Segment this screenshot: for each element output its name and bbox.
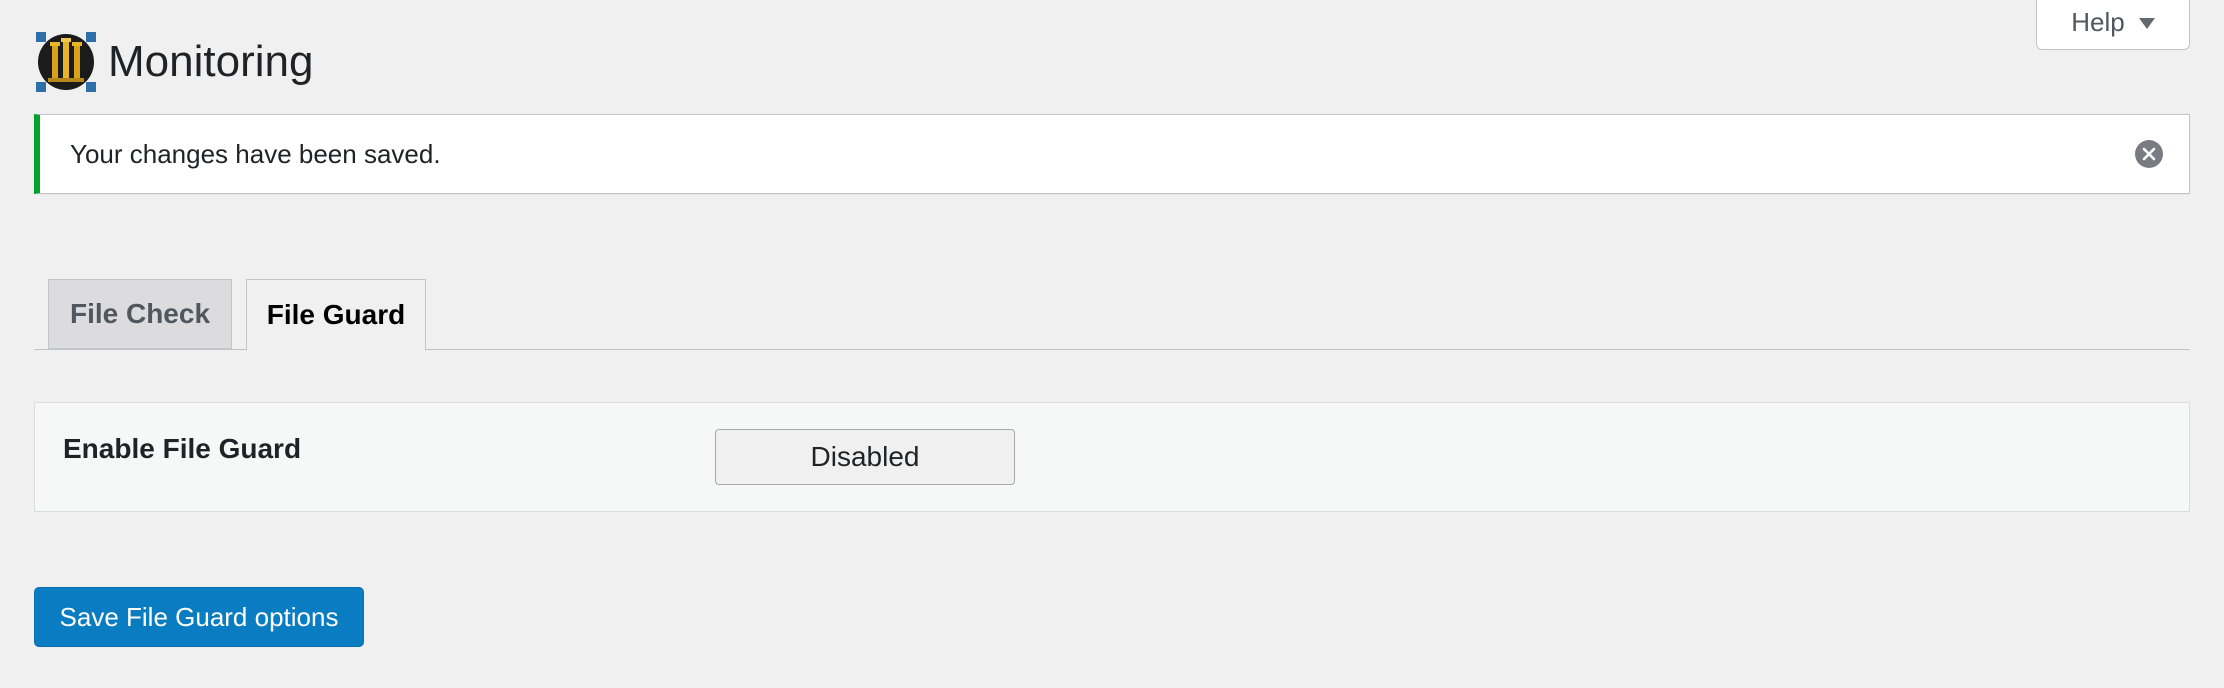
enable-file-guard-label: Enable File Guard (63, 433, 302, 464)
tab-file-check[interactable]: File Check (48, 279, 232, 349)
close-circle-icon[interactable] (2135, 140, 2163, 168)
help-label: Help (2071, 7, 2125, 37)
castle-tower-logo-icon (34, 30, 98, 94)
help-tab-button[interactable]: Help (2036, 0, 2190, 50)
success-notice: Your changes have been saved. (34, 114, 2190, 194)
save-file-guard-options-button[interactable]: Save File Guard options (34, 587, 364, 647)
page-header: Monitoring (34, 30, 313, 94)
nav-tabs: File Check File Guard (34, 278, 2190, 351)
file-guard-toggle-button[interactable]: Disabled (715, 429, 1015, 485)
caret-down-icon (2138, 18, 2155, 29)
tab-file-guard[interactable]: File Guard (246, 278, 426, 351)
page-title: Monitoring (108, 37, 314, 86)
settings-panel: Enable File Guard Disabled (34, 402, 2190, 512)
notice-message: Your changes have been saved. (70, 138, 441, 169)
